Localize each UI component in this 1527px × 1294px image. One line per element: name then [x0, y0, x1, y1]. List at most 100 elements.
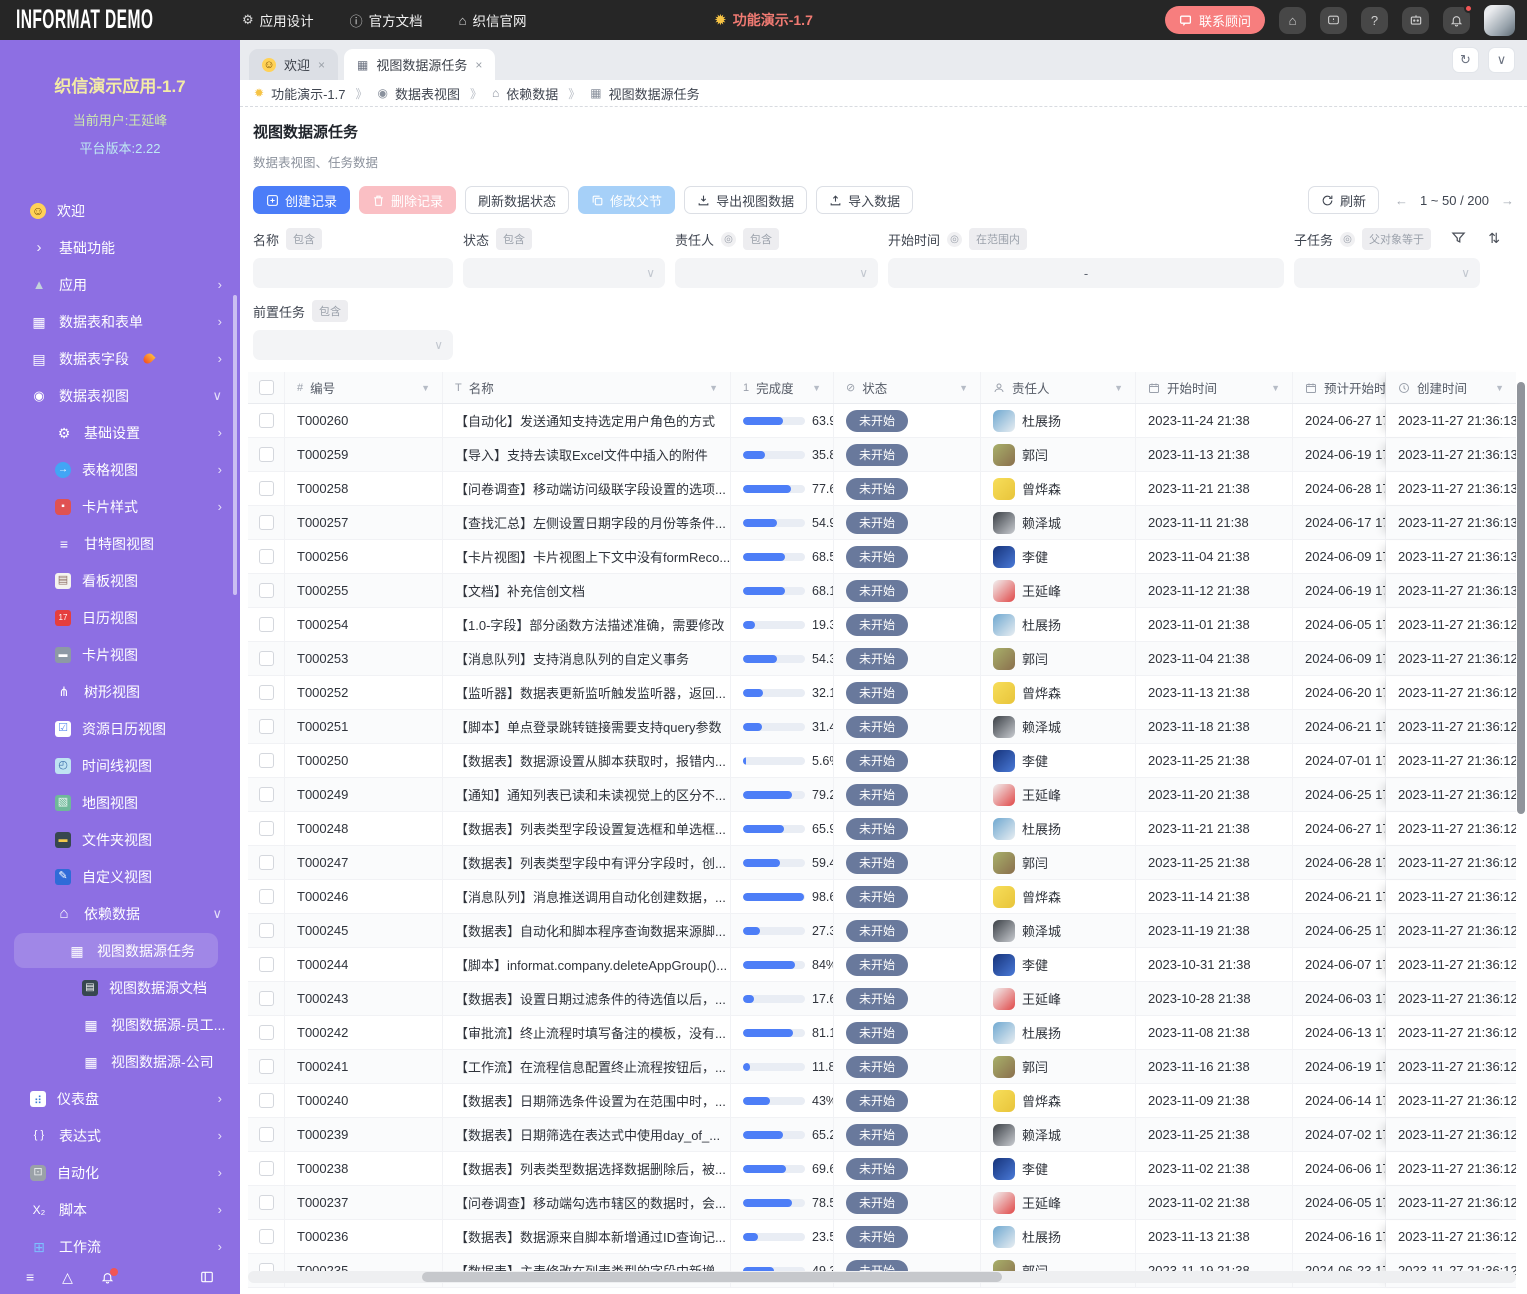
- column-menu-icon[interactable]: ▼: [1495, 383, 1504, 393]
- column-menu-icon[interactable]: ▼: [1114, 383, 1123, 393]
- breadcrumb-item-current[interactable]: ▦ 视图数据源任务: [590, 84, 699, 103]
- sidebar-item-表达式[interactable]: { }表达式›: [0, 1117, 240, 1154]
- sidebar-item-表格视图[interactable]: →表格视图›: [0, 451, 240, 488]
- row-checkbox[interactable]: [259, 515, 274, 530]
- collapse-sidebar-icon[interactable]: [200, 1270, 214, 1284]
- tab-welcome[interactable]: ☺ 欢迎 ×: [249, 49, 338, 80]
- sidebar-item-依赖数据[interactable]: ⌂依赖数据∨: [0, 895, 240, 932]
- column-menu-icon[interactable]: ▼: [812, 383, 821, 393]
- row-checkbox[interactable]: [259, 753, 274, 768]
- sidebar-item-时间线视图[interactable]: ◴时间线视图: [0, 747, 240, 784]
- row-checkbox[interactable]: [259, 447, 274, 462]
- row-checkbox[interactable]: [259, 651, 274, 666]
- notifications-button[interactable]: [1443, 7, 1470, 34]
- table-row[interactable]: T000256【卡片视图】卡片视图上下文中没有formReco...68.5%未…: [248, 540, 1516, 574]
- status-filter-select[interactable]: ∨: [463, 258, 665, 288]
- column-menu-icon[interactable]: ▼: [421, 383, 430, 393]
- header-id[interactable]: # 编号 ▼: [285, 372, 443, 403]
- bell-icon[interactable]: [101, 1271, 114, 1284]
- prev-page-icon[interactable]: ←: [1395, 193, 1408, 208]
- sidebar-item-资源日历视图[interactable]: ☑资源日历视图: [0, 710, 240, 747]
- assistant-button[interactable]: [1402, 7, 1429, 34]
- sidebar-item-树形视图[interactable]: ⋔树形视图: [0, 673, 240, 710]
- refresh-tab-button[interactable]: ↻: [1452, 47, 1479, 73]
- row-checkbox[interactable]: [259, 889, 274, 904]
- horizontal-scrollbar[interactable]: [422, 1272, 1002, 1282]
- sidebar-item-数据表和表单[interactable]: ▦数据表和表单›: [0, 303, 240, 340]
- table-row[interactable]: T000249【通知】通知列表已读和未读视觉上的区分不...79.2%未开始王延…: [248, 778, 1516, 812]
- sidebar-item-基础设置[interactable]: ⚙基础设置›: [0, 414, 240, 451]
- table-row[interactable]: T000242【审批流】终止流程时填写备注的模板，没有...81.1%未开始杜展…: [248, 1016, 1516, 1050]
- table-row[interactable]: T000248【数据表】列表类型字段设置复选框和单选框...65.9%未开始杜展…: [248, 812, 1516, 846]
- sidebar-scrollbar[interactable]: [233, 295, 237, 595]
- table-row[interactable]: T000245【数据表】自动化和脚本程序查询数据来源脚...27.3%未开始赖泽…: [248, 914, 1516, 948]
- sidebar-item-脚本[interactable]: X₂脚本›: [0, 1191, 240, 1228]
- row-checkbox[interactable]: [259, 1127, 274, 1142]
- sidebar-item-仪表盘[interactable]: ⣴仪表盘›: [0, 1080, 240, 1117]
- table-row[interactable]: T000244【脚本】informat.company.deleteAppGro…: [248, 948, 1516, 982]
- sidebar-item-工作流[interactable]: ⊞工作流›: [0, 1228, 240, 1260]
- sidebar-item-甘特图视图[interactable]: ≡甘特图视图: [0, 525, 240, 562]
- row-checkbox[interactable]: [259, 583, 274, 598]
- create-record-button[interactable]: 创建记录: [253, 186, 350, 214]
- sidebar-item-数据表字段[interactable]: ▤数据表字段›: [0, 340, 240, 377]
- owner-filter-select[interactable]: ∨: [675, 258, 878, 288]
- close-icon[interactable]: ×: [475, 58, 482, 72]
- feedback-button[interactable]: [1320, 7, 1347, 34]
- table-row[interactable]: T000241【工作流】在流程信息配置终止流程按钮后，...11.8%未开始郭闫…: [248, 1050, 1516, 1084]
- refresh-data-status-button[interactable]: 刷新数据状态: [465, 186, 569, 214]
- header-status[interactable]: ⊘ 状态 ▼: [834, 372, 981, 403]
- table-row[interactable]: T000254【1.0-字段】部分函数方法描述准确，需要修改19.3%未开始杜展…: [248, 608, 1516, 642]
- table-row[interactable]: T000243【数据表】设置日期过滤条件的待选值以后，...17.6%未开始王延…: [248, 982, 1516, 1016]
- pretask-filter-select[interactable]: ∨: [253, 330, 453, 360]
- sidebar-item-自定义视图[interactable]: ✎自定义视图: [0, 858, 240, 895]
- table-row[interactable]: T000238【数据表】列表类型数据选择数据删除后，被...69.6%未开始李健…: [248, 1152, 1516, 1186]
- select-all-checkbox[interactable]: [259, 380, 274, 395]
- breadcrumb-item-dependency[interactable]: ⌂ 依赖数据: [492, 84, 558, 103]
- sidebar-item-视图数据源任务[interactable]: ▦视图数据源任务: [0, 932, 240, 969]
- sidebar-item-欢迎[interactable]: ☺欢迎: [0, 192, 240, 229]
- column-menu-icon[interactable]: ▼: [959, 383, 968, 393]
- filter-funnel-icon[interactable]: [1451, 230, 1466, 248]
- table-row[interactable]: T000253【消息队列】支持消息队列的自定义事务54.3%未开始郭闫2023-…: [248, 642, 1516, 676]
- row-checkbox[interactable]: [259, 991, 274, 1006]
- row-checkbox[interactable]: [259, 549, 274, 564]
- subtask-filter-select[interactable]: ∨: [1294, 258, 1480, 288]
- tab-list-button[interactable]: ∨: [1488, 47, 1515, 73]
- sidebar-item-看板视图[interactable]: ▤看板视图: [0, 562, 240, 599]
- export-view-data-button[interactable]: 导出视图数据: [684, 186, 807, 214]
- header-name[interactable]: T 名称 ▼: [443, 372, 731, 403]
- table-row[interactable]: T000247【数据表】列表类型字段中有评分字段时，创...59.4%未开始郭闫…: [248, 846, 1516, 880]
- row-checkbox[interactable]: [259, 1093, 274, 1108]
- help-button[interactable]: ?: [1361, 7, 1388, 34]
- breadcrumb-item-views[interactable]: ◉ 数据表视图: [377, 84, 460, 103]
- modify-parent-button[interactable]: 修改父节: [578, 186, 675, 214]
- sidebar-item-文件夹视图[interactable]: ▬文件夹视图: [0, 821, 240, 858]
- table-row[interactable]: T000252【监听器】数据表更新监听触发监听器，返回...32.1%未开始曾烨…: [248, 676, 1516, 710]
- column-menu-icon[interactable]: ▼: [709, 383, 718, 393]
- header-created-time[interactable]: 创建时间 ▼: [1386, 372, 1516, 403]
- contact-advisor-button[interactable]: 联系顾问: [1165, 6, 1265, 34]
- row-checkbox[interactable]: [259, 413, 274, 428]
- row-checkbox[interactable]: [259, 685, 274, 700]
- row-checkbox[interactable]: [259, 617, 274, 632]
- table-row[interactable]: T000251【脚本】单点登录跳转链接需要支持query参数31.4%未开始赖泽…: [248, 710, 1516, 744]
- sidebar-item-自动化[interactable]: ⊡自动化›: [0, 1154, 240, 1191]
- close-icon[interactable]: ×: [318, 58, 325, 72]
- row-checkbox[interactable]: [259, 1229, 274, 1244]
- table-row[interactable]: T000246【消息队列】消息推送调用自动化创建数据，...98.6%未开始曾烨…: [248, 880, 1516, 914]
- header-planned-start-time[interactable]: 预计开始时间: [1293, 372, 1386, 403]
- user-avatar[interactable]: [1484, 5, 1515, 36]
- row-checkbox[interactable]: [259, 1025, 274, 1040]
- row-checkbox[interactable]: [259, 1195, 274, 1210]
- table-row[interactable]: T000260【自动化】发送通知支持选定用户角色的方式63.9%未开始杜展扬20…: [248, 404, 1516, 438]
- start-time-range-input[interactable]: -: [888, 258, 1284, 288]
- sidebar-item-视图数据源文档[interactable]: ▤视图数据源文档: [0, 969, 240, 1006]
- refresh-button[interactable]: 刷新: [1308, 186, 1379, 214]
- row-checkbox[interactable]: [259, 481, 274, 496]
- header-owner[interactable]: 责任人 ▼: [981, 372, 1136, 403]
- menu-list-icon[interactable]: ≡: [26, 1269, 34, 1285]
- next-page-icon[interactable]: →: [1501, 193, 1514, 208]
- home-button[interactable]: ⌂: [1279, 7, 1306, 34]
- tab-view-datasource-task[interactable]: ▦ 视图数据源任务 ×: [344, 49, 495, 80]
